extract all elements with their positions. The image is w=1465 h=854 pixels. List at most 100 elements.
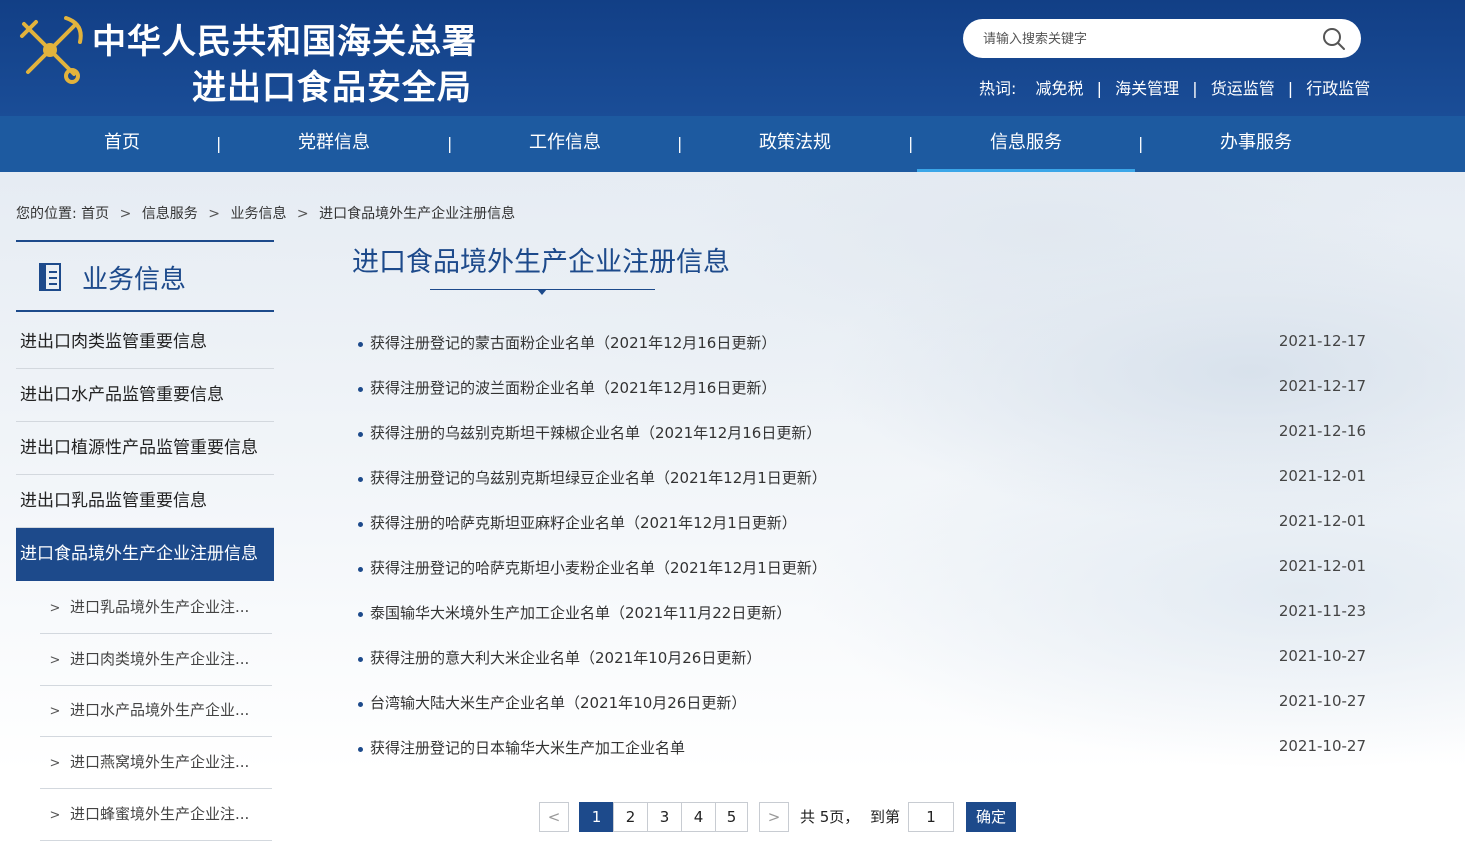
breadcrumb: 您的位置: 首页 > 信息服务 > 业务信息 > 进口食品境外生产企业注册信息	[16, 203, 515, 223]
hot-word-link[interactable]: 货运监管	[1211, 75, 1275, 99]
news-row[interactable]: 获得注册登记的哈萨克斯坦小麦粉企业名单（2021年12月1日更新） 2021-1…	[356, 557, 1366, 602]
news-date: 2021-12-17	[1278, 377, 1366, 395]
page-button-1[interactable]: 1	[579, 802, 614, 832]
sidebar-item-registration[interactable]: 进口食品境外生产企业注册信息	[16, 528, 274, 581]
nav-item-affairs[interactable]: 办事服务	[1196, 116, 1316, 172]
news-title[interactable]: 获得注册登记的波兰面粉企业名单（2021年12月16日更新）	[370, 377, 776, 398]
search-input[interactable]	[983, 27, 1313, 51]
nav-separator: |	[216, 134, 222, 153]
bullet-icon	[358, 702, 363, 707]
breadcrumb-link[interactable]: 业务信息	[230, 203, 286, 223]
page-button-3[interactable]: 3	[647, 802, 682, 832]
nav-item-party[interactable]: 党群信息	[274, 116, 394, 172]
sidebar-subitem-label: 进口燕窝境外生产企业注...	[70, 753, 250, 771]
nav-item-info-service[interactable]: 信息服务	[917, 116, 1135, 172]
breadcrumb-prefix: 您的位置:	[16, 206, 77, 222]
sidebar-subitem-label: 进口乳品境外生产企业注...	[70, 598, 250, 616]
news-date: 2021-12-01	[1278, 557, 1366, 575]
chevron-right-icon: >	[49, 704, 61, 719]
prev-page-button[interactable]: <	[539, 802, 569, 832]
chevron-right-icon: >	[49, 756, 61, 771]
hot-words-label: 热词:	[979, 79, 1017, 98]
sidebar-item-meat[interactable]: 进出口肉类监管重要信息	[16, 316, 274, 369]
news-title[interactable]: 获得注册的哈萨克斯坦亚麻籽企业名单（2021年12月1日更新）	[370, 512, 797, 533]
news-date: 2021-11-23	[1278, 602, 1366, 620]
sidebar-subitem-label: 进口蜂蜜境外生产企业注...	[70, 805, 250, 823]
news-title[interactable]: 获得注册的乌兹别克斯坦干辣椒企业名单（2021年12月16日更新）	[370, 422, 821, 443]
site-title-line2: 进出口食品安全局	[192, 68, 472, 108]
hot-word-link[interactable]: 行政监管	[1306, 75, 1370, 99]
main-nav: 首页 | 党群信息 | 工作信息 | 政策法规 | 信息服务 | 办事服务	[0, 116, 1465, 172]
hot-word-link[interactable]: 减免税	[1036, 75, 1084, 99]
breadcrumb-separator: >	[208, 206, 220, 222]
breadcrumb-link[interactable]: 首页	[81, 203, 109, 223]
breadcrumb-separator: >	[119, 206, 132, 222]
news-date: 2021-10-27	[1278, 692, 1366, 710]
hot-word-separator: |	[1096, 79, 1102, 98]
nav-separator: |	[908, 134, 914, 153]
news-title[interactable]: 台湾输大陆大米生产企业名单（2021年10月26日更新）	[370, 692, 746, 713]
news-title[interactable]: 获得注册登记的乌兹别克斯坦绿豆企业名单（2021年12月1日更新）	[370, 467, 827, 488]
sidebar-subitem[interactable]: > 进口肉类境外生产企业注...	[40, 634, 272, 686]
nav-item-policy[interactable]: 政策法规	[735, 116, 855, 172]
sidebar-item-dairy[interactable]: 进出口乳品监管重要信息	[16, 475, 274, 528]
goto-label: 到第	[870, 808, 901, 826]
bullet-icon	[358, 657, 363, 662]
page-button-4[interactable]: 4	[681, 802, 716, 832]
bullet-icon	[358, 522, 363, 527]
total-pages-text: 共 5页，	[800, 808, 860, 826]
breadcrumb-link[interactable]: 信息服务	[142, 203, 198, 223]
news-title[interactable]: 获得注册登记的日本输华大米生产加工企业名单	[370, 737, 685, 758]
hot-word-separator: |	[1192, 79, 1198, 98]
news-row[interactable]: 获得注册登记的乌兹别克斯坦绿豆企业名单（2021年12月1日更新） 2021-1…	[356, 467, 1366, 512]
goto-page-input[interactable]	[908, 802, 954, 832]
nav-item-home[interactable]: 首页	[62, 116, 182, 172]
page-title: 进口食品境外生产企业注册信息	[352, 247, 730, 278]
news-row[interactable]: 获得注册的哈萨克斯坦亚麻籽企业名单（2021年12月1日更新） 2021-12-…	[356, 512, 1366, 557]
breadcrumb-separator: >	[296, 206, 309, 222]
bullet-icon	[358, 342, 363, 347]
news-title[interactable]: 泰国输华大米境外生产加工企业名单（2021年11月22日更新）	[370, 602, 791, 623]
page-button-5[interactable]: 5	[715, 802, 748, 832]
sidebar-subitem[interactable]: > 进口蜂蜜境外生产企业注...	[40, 789, 272, 841]
chevron-right-icon: >	[49, 808, 61, 823]
nav-separator: |	[1138, 134, 1144, 153]
bullet-icon	[358, 432, 363, 437]
news-date: 2021-12-16	[1278, 422, 1366, 440]
confirm-button[interactable]: 确定	[966, 802, 1016, 832]
news-row[interactable]: 获得注册登记的蒙古面粉企业名单（2021年12月16日更新） 2021-12-1…	[356, 332, 1366, 377]
news-row[interactable]: 获得注册登记的日本输华大米生产加工企业名单 2021-10-27	[356, 737, 1366, 782]
nav-item-work[interactable]: 工作信息	[505, 116, 625, 172]
chevron-right-icon: >	[49, 653, 61, 668]
sidebar-title: 业务信息	[82, 265, 187, 295]
news-row[interactable]: 获得注册的意大利大米企业名单（2021年10月26日更新） 2021-10-27	[356, 647, 1366, 692]
bullet-icon	[358, 612, 363, 617]
search-box	[963, 19, 1361, 58]
sidebar-subitem[interactable]: > 进口燕窝境外生产企业注...	[40, 737, 272, 789]
sidebar-subitem-label: 进口水产品境外生产企业...	[70, 701, 250, 719]
sidebar-item-aquatic[interactable]: 进出口水产品监管重要信息	[16, 369, 274, 422]
news-title[interactable]: 获得注册登记的哈萨克斯坦小麦粉企业名单（2021年12月1日更新）	[370, 557, 827, 578]
news-row[interactable]: 获得注册的乌兹别克斯坦干辣椒企业名单（2021年12月16日更新） 2021-1…	[356, 422, 1366, 467]
next-page-button[interactable]: >	[759, 802, 789, 832]
news-row[interactable]: 获得注册登记的波兰面粉企业名单（2021年12月16日更新） 2021-12-1…	[356, 377, 1366, 422]
news-row[interactable]: 泰国输华大米境外生产加工企业名单（2021年11月22日更新） 2021-11-…	[356, 602, 1366, 647]
news-title[interactable]: 获得注册的意大利大米企业名单（2021年10月26日更新）	[370, 647, 761, 668]
hot-word-link[interactable]: 海关管理	[1115, 75, 1179, 99]
bullet-icon	[358, 387, 363, 392]
news-date: 2021-12-01	[1278, 512, 1366, 530]
bullet-icon	[358, 747, 363, 752]
chevron-right-icon: >	[49, 601, 61, 616]
bullet-icon	[358, 477, 363, 482]
page-button-2[interactable]: 2	[613, 802, 648, 832]
sidebar-subitem[interactable]: > 进口水产品境外生产企业...	[40, 685, 272, 737]
news-row[interactable]: 台湾输大陆大米生产企业名单（2021年10月26日更新） 2021-10-27	[356, 692, 1366, 737]
customs-emblem-icon	[20, 16, 83, 84]
breadcrumb-current: 进口食品境外生产企业注册信息	[319, 206, 516, 222]
hot-word-separator: |	[1287, 79, 1294, 98]
nav-separator: |	[447, 134, 453, 153]
sidebar-subitem[interactable]: > 进口乳品境外生产企业注...	[40, 582, 272, 634]
news-title[interactable]: 获得注册登记的蒙古面粉企业名单（2021年12月16日更新）	[370, 332, 776, 353]
sidebar-item-plant[interactable]: 进出口植源性产品监管重要信息	[16, 422, 274, 475]
search-icon[interactable]	[1321, 26, 1347, 52]
